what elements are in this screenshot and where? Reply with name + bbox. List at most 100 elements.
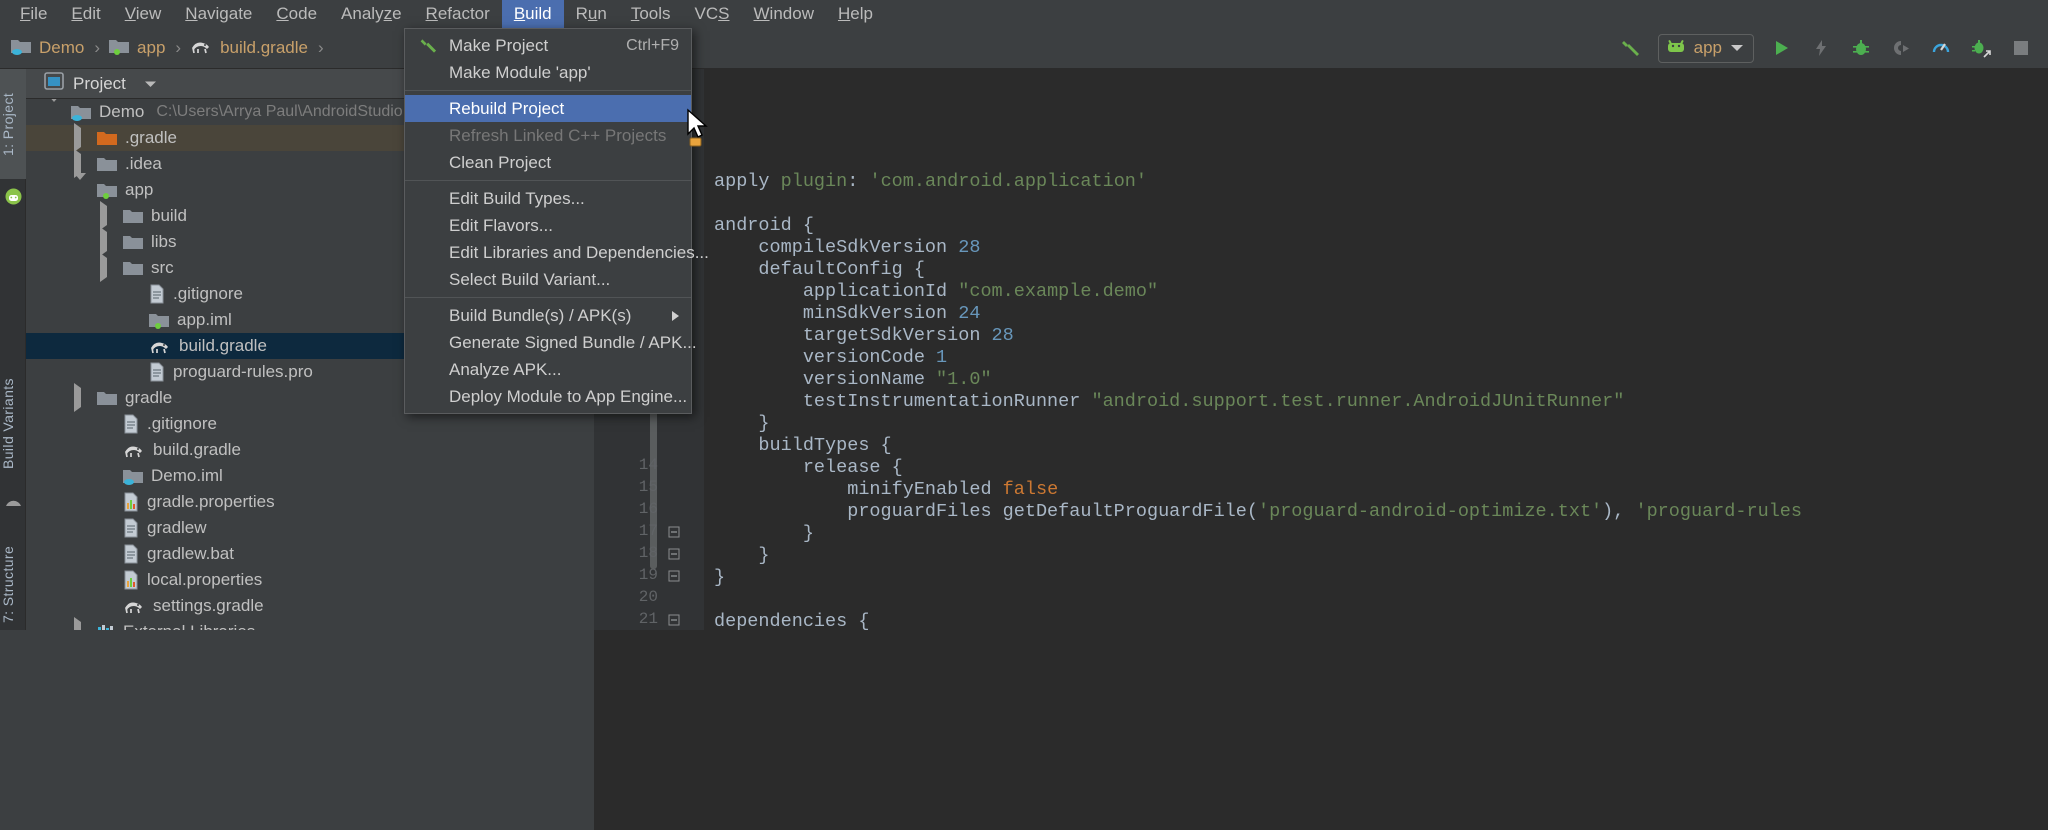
- attach-debugger-icon[interactable]: [1968, 35, 1994, 61]
- run-icon[interactable]: [1768, 35, 1794, 61]
- tree-item-build-gradle[interactable]: build.gradle: [26, 437, 594, 463]
- chevron-down-icon[interactable]: [1730, 39, 1744, 57]
- breadcrumb-item-app[interactable]: app: [108, 37, 165, 60]
- build-menu-item-edit-build-types[interactable]: Edit Build Types...: [405, 185, 691, 212]
- code-token: testInstrumentationRunner: [714, 391, 1091, 412]
- chevron-down-icon[interactable]: [48, 102, 62, 122]
- debug-icon[interactable]: [1848, 35, 1874, 61]
- code-line: minifyEnabled false: [714, 479, 1058, 501]
- code-token: 'proguard-rules: [1635, 501, 1802, 522]
- hammer-icon[interactable]: [1618, 35, 1644, 61]
- code-line: }: [714, 567, 725, 589]
- build-menu-item-rebuild-project[interactable]: Rebuild Project: [405, 95, 691, 122]
- breadcrumb-label: Demo: [39, 38, 84, 58]
- apply-changes-icon[interactable]: [1808, 35, 1834, 61]
- menu-build[interactable]: Build: [502, 0, 564, 28]
- tree-item-local-properties[interactable]: local.properties: [26, 567, 594, 593]
- tree-item-label: External Libraries: [123, 622, 255, 630]
- build-menu-item-deploy-module-to-app-engine[interactable]: Deploy Module to App Engine...: [405, 383, 691, 410]
- tree-item-label: gradlew.bat: [147, 544, 234, 564]
- menu-refactor[interactable]: Refactor: [414, 0, 502, 28]
- breadcrumb-item-build-gradle[interactable]: build.gradle: [189, 37, 308, 60]
- build-menu-item-select-build-variant[interactable]: Select Build Variant...: [405, 266, 691, 293]
- menu-code[interactable]: Code: [264, 0, 329, 28]
- build-menu-item-make-module-app[interactable]: Make Module 'app': [405, 59, 691, 86]
- code-fold-icon[interactable]: [666, 524, 682, 540]
- build-menu-dropdown[interactable]: Make ProjectCtrl+F9Make Module 'app' Rebu…: [404, 28, 692, 414]
- sidebar-item-build-variants[interactable]: Build Variants: [0, 359, 26, 489]
- code-fold-icon[interactable]: [666, 546, 682, 562]
- menu-vcs[interactable]: VCS: [683, 0, 742, 28]
- code-token: "1.0": [936, 369, 992, 390]
- tree-item-label: gradle: [125, 388, 172, 408]
- file-icon: [122, 414, 140, 434]
- tree-item-external-libraries[interactable]: External Libraries: [26, 619, 594, 630]
- code-fold-icon[interactable]: [666, 568, 682, 584]
- menu-item-label: Edit Libraries and Dependencies...: [449, 243, 709, 263]
- chevron-down-icon[interactable]: [144, 75, 157, 93]
- file-icon: [122, 544, 140, 564]
- tree-item-demo-iml[interactable]: Demo.iml: [26, 463, 594, 489]
- profiler-icon[interactable]: [1928, 35, 1954, 61]
- tree-item-gradlew-bat[interactable]: gradlew.bat: [26, 541, 594, 567]
- chevron-right-icon[interactable]: [100, 232, 114, 252]
- build-menu-item-make-project[interactable]: Make ProjectCtrl+F9: [405, 32, 691, 59]
- build-menu-item-edit-libraries-and-dependencies[interactable]: Edit Libraries and Dependencies...: [405, 239, 691, 266]
- tree-item-gradle-properties[interactable]: gradle.properties: [26, 489, 594, 515]
- code-token: proguardFiles getDefaultProguardFile: [714, 501, 1247, 522]
- menu-analyze[interactable]: Analyze: [329, 0, 414, 28]
- code-editor[interactable]: 14151617181920212223 apply plugin: 'com.…: [594, 69, 2048, 630]
- menu-separator: [405, 297, 691, 298]
- code-token: "com.example.demo": [958, 281, 1158, 302]
- gradle-icon: [189, 37, 213, 60]
- code-fold-icon[interactable]: [666, 612, 682, 628]
- menu-view[interactable]: View: [113, 0, 174, 28]
- chevron-right-icon[interactable]: [74, 128, 88, 148]
- menu-window[interactable]: Window: [742, 0, 826, 28]
- stop-icon[interactable]: [2008, 35, 2034, 61]
- chevron-right-icon[interactable]: [100, 206, 114, 226]
- build-menu-item-analyze-apk[interactable]: Analyze APK...: [405, 356, 691, 383]
- menu-edit[interactable]: Edit: [59, 0, 112, 28]
- menu-item-label: Clean Project: [449, 153, 551, 173]
- run-with-coverage-icon[interactable]: [1888, 35, 1914, 61]
- run-configuration-selector[interactable]: app: [1658, 34, 1754, 63]
- code-token: minSdkVersion: [714, 303, 958, 324]
- build-menu-item-edit-flavors[interactable]: Edit Flavors...: [405, 212, 691, 239]
- chevron-right-icon[interactable]: [74, 622, 88, 630]
- menu-navigate[interactable]: Navigate: [173, 0, 264, 28]
- code-token: compileSdkVersion: [714, 237, 958, 258]
- code-line: android {: [714, 215, 814, 237]
- app-module-icon: [108, 37, 130, 60]
- menu-item-label: Select Build Variant...: [449, 270, 610, 290]
- folder-icon: [96, 389, 118, 407]
- sidebar-item-project[interactable]: 1: Project: [0, 69, 26, 179]
- project-panel-title: Project: [73, 74, 126, 94]
- tree-item-settings-gradle[interactable]: settings.gradle: [26, 593, 594, 619]
- tree-item-label: Demo.iml: [151, 466, 223, 486]
- menu-tools[interactable]: Tools: [619, 0, 683, 28]
- tree-item-gradlew[interactable]: gradlew: [26, 515, 594, 541]
- menu-item-label: Generate Signed Bundle / APK...: [449, 333, 697, 353]
- build-menu-item-clean-project[interactable]: Clean Project: [405, 149, 691, 176]
- chevron-right-icon[interactable]: [672, 311, 679, 321]
- editor-code-text[interactable]: apply plugin: 'com.android.application'a…: [704, 69, 2048, 630]
- build-menu-item-generate-signed-bundle-apk[interactable]: Generate Signed Bundle / APK...: [405, 329, 691, 356]
- breadcrumb-item-Demo[interactable]: Demo: [10, 37, 84, 60]
- menu-file[interactable]: File: [8, 0, 59, 28]
- menu-help[interactable]: Help: [826, 0, 885, 28]
- chevron-down-icon[interactable]: [74, 180, 88, 200]
- tool-tab-label: 7: Structure: [0, 545, 16, 622]
- chevron-right-icon[interactable]: [100, 258, 114, 278]
- chevron-right-icon[interactable]: [74, 154, 88, 174]
- menu-run[interactable]: Run: [564, 0, 619, 28]
- module-folder-icon: [122, 467, 144, 485]
- code-token: plugin: [781, 171, 848, 192]
- tree-item-label: src: [151, 258, 174, 278]
- tree-item-label: .idea: [125, 154, 162, 174]
- build-menu-item-build-bundle-s-apk-s[interactable]: Build Bundle(s) / APK(s): [405, 302, 691, 329]
- chevron-right-icon[interactable]: [74, 388, 88, 408]
- tree-item--gitignore[interactable]: .gitignore: [26, 411, 594, 437]
- sidebar-item-structure[interactable]: 7: Structure: [0, 524, 26, 644]
- code-token: }: [714, 413, 770, 434]
